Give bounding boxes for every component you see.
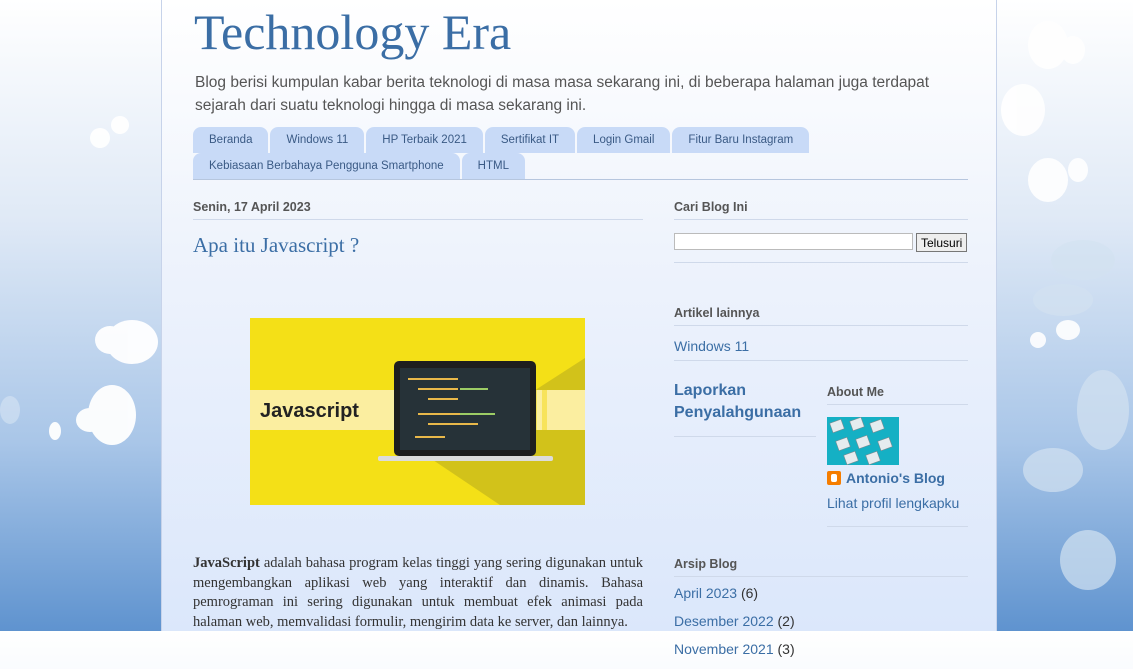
about-heading: About Me [827, 385, 968, 405]
post-body-text: adalah bahasa program kelas tinggi yang … [193, 555, 643, 630]
blog-description: Blog berisi kumpulan kabar berita teknol… [195, 74, 930, 114]
search-form: Telusuri [674, 233, 968, 252]
divider [827, 526, 968, 527]
other-articles-heading: Artikel lainnya [674, 306, 968, 326]
tab-login-gmail[interactable]: Login Gmail [577, 127, 671, 153]
divider [674, 360, 968, 361]
tabs-divider [193, 179, 968, 180]
tab-beranda[interactable]: Beranda [193, 127, 269, 153]
side-columns: Laporkan Penyalahgunaan About Me Antonio… [674, 380, 968, 550]
sidebar: Cari Blog Ini Telusuri Artikel lainnya W… [674, 200, 968, 669]
archive-count: (6) [740, 585, 759, 601]
divider [674, 262, 968, 263]
post-image[interactable]: Javascript [250, 318, 585, 505]
other-article-link[interactable]: Windows 11 [674, 338, 968, 354]
background-flowers-left [0, 0, 165, 631]
background-flowers-right [993, 0, 1133, 631]
tab-html[interactable]: HTML [461, 153, 525, 179]
profile-name-text: Antonio's Blog [846, 470, 945, 486]
archive-list: April 2023 (6) Desember 2022 (2) Novembe… [674, 585, 968, 657]
archive-link[interactable]: April 2023 [674, 585, 737, 601]
archive-item: April 2023 (6) [674, 585, 968, 601]
about-me-widget: About Me Antonio's Blog Lihat profil len… [827, 385, 968, 527]
post-title[interactable]: Apa itu Javascript ? [193, 233, 643, 258]
tab-sertifikat-it[interactable]: Sertifikat IT [484, 127, 576, 153]
post-body: JavaScript adalah bahasa program kelas t… [193, 554, 643, 632]
report-column: Laporkan Penyalahgunaan [674, 380, 816, 437]
javascript-illustration: Javascript [250, 318, 585, 505]
tab-fitur-baru-instagram[interactable]: Fitur Baru Instagram [672, 127, 810, 153]
archive-count: (3) [777, 641, 795, 657]
tab-kebiasaan-berbahaya[interactable]: Kebiasaan Berbahaya Pengguna Smartphone [193, 153, 460, 179]
main-column: Senin, 17 April 2023 Apa itu Javascript … [193, 200, 643, 630]
blogger-icon [827, 471, 841, 485]
post-date: Senin, 17 April 2023 [193, 200, 643, 220]
archive-link[interactable]: Desember 2022 [674, 613, 774, 629]
pages-tabs: Beranda Windows 11 HP Terbaik 2021 Serti… [193, 127, 968, 179]
profile-name[interactable]: Antonio's Blog [827, 470, 968, 486]
search-input[interactable] [674, 233, 913, 250]
avatar[interactable] [827, 417, 899, 465]
archive-item: Desember 2022 (2) [674, 613, 968, 629]
post-body-keyword: JavaScript [193, 555, 260, 571]
search-heading: Cari Blog Ini [674, 200, 968, 220]
archive-count: (2) [777, 613, 795, 629]
archive-link[interactable]: November 2021 [674, 641, 774, 657]
archive-item: November 2021 (3) [674, 641, 968, 657]
search-button[interactable]: Telusuri [916, 233, 968, 252]
report-abuse-link[interactable]: Laporkan Penyalahgunaan [674, 380, 816, 424]
tab-windows-11[interactable]: Windows 11 [270, 127, 365, 153]
archive-heading: Arsip Blog [674, 557, 968, 577]
view-profile-link[interactable]: Lihat profil lengkapku [827, 495, 968, 511]
image-label: Javascript [260, 400, 359, 422]
tab-hp-terbaik-2021[interactable]: HP Terbaik 2021 [366, 127, 483, 153]
blog-title[interactable]: Technology Era [194, 3, 511, 61]
divider [674, 436, 816, 437]
blog-page: Technology Era Blog berisi kumpulan kaba… [161, 0, 997, 657]
